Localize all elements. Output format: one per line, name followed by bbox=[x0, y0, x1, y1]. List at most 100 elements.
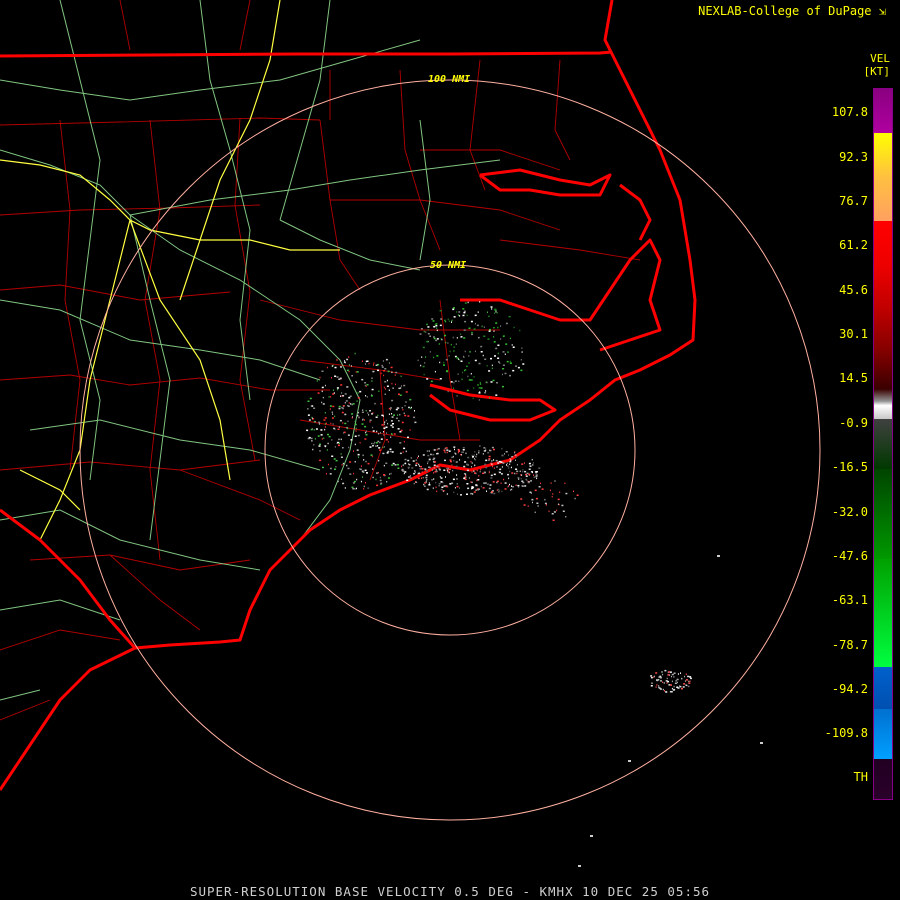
radar-echo-pixel bbox=[324, 384, 326, 387]
radar-echo-pixel bbox=[434, 370, 436, 373]
radar-echo-pixel bbox=[561, 504, 564, 507]
radar-echo-pixel bbox=[419, 465, 420, 467]
radar-echo-pixel bbox=[381, 414, 384, 417]
radar-echo-pixel bbox=[383, 423, 385, 425]
radar-echo-pixel bbox=[509, 470, 511, 473]
radar-echo-pixel bbox=[324, 423, 326, 425]
radar-echo-pixel bbox=[356, 478, 358, 481]
radar-echo-pixel bbox=[425, 476, 428, 479]
radar-echo-pixel bbox=[322, 396, 324, 399]
legend-label: 107.8 bbox=[831, 105, 868, 119]
radar-echo-pixel bbox=[460, 333, 462, 335]
radar-echo-pixel bbox=[509, 458, 512, 460]
legend-color-segment bbox=[874, 89, 892, 133]
radar-echo-pixel bbox=[409, 407, 411, 410]
radar-echo-pixel bbox=[447, 318, 449, 321]
radar-echo-pixel bbox=[393, 433, 396, 435]
radar-echo-pixel bbox=[351, 486, 354, 489]
radar-echo-pixel bbox=[342, 482, 345, 485]
legend-color-segment bbox=[874, 469, 892, 559]
radar-echo-pixel bbox=[673, 672, 676, 674]
radar-echo-pixel bbox=[473, 376, 475, 378]
radar-echo-pixel bbox=[415, 481, 417, 483]
radar-echo-pixel bbox=[676, 686, 679, 688]
radar-echo-pixel bbox=[666, 682, 668, 684]
radar-echo-pixel bbox=[381, 424, 384, 426]
radar-echo-pixel bbox=[362, 476, 364, 478]
radar-echo-pixel bbox=[522, 471, 524, 473]
radar-echo-pixel bbox=[464, 302, 467, 304]
radar-echo-pixel bbox=[508, 477, 510, 480]
radar-echo-pixel bbox=[378, 433, 380, 435]
radar-echo-pixel bbox=[508, 485, 509, 487]
radar-echo-pixel bbox=[433, 326, 436, 328]
legend-label: -32.0 bbox=[831, 505, 868, 519]
radar-echo-pixel bbox=[683, 683, 686, 685]
radar-echo-pixel bbox=[684, 680, 686, 682]
radar-echo-pixel bbox=[666, 677, 668, 680]
radar-echo-pixel bbox=[484, 391, 487, 394]
radar-echo-pixel bbox=[523, 462, 525, 464]
radar-echo-pixel bbox=[384, 388, 386, 390]
radar-echo-pixel bbox=[342, 395, 345, 397]
radar-echo-pixel bbox=[378, 459, 380, 462]
radar-echo-pixel bbox=[424, 485, 426, 487]
radar-echo-pixel bbox=[341, 478, 342, 480]
radar-echo-pixel bbox=[414, 470, 416, 472]
radar-echo-pixel bbox=[673, 688, 676, 691]
radar-echo-pixel bbox=[313, 407, 316, 409]
radar-echo-pixel bbox=[456, 474, 458, 476]
radar-echo-pixel bbox=[445, 321, 447, 323]
radar-echo-pixel bbox=[394, 374, 396, 376]
radar-echo-pixel bbox=[331, 377, 332, 379]
radar-echo-pixel bbox=[682, 686, 685, 688]
radar-echo-pixel bbox=[428, 482, 430, 484]
radar-echo-pixel bbox=[414, 471, 416, 473]
radar-echo-pixel bbox=[438, 467, 441, 469]
radar-echo-pixel bbox=[427, 333, 430, 335]
radar-echo-pixel bbox=[467, 375, 469, 378]
radar-echo-pixel bbox=[496, 312, 498, 314]
radar-echo-pixel bbox=[527, 505, 529, 507]
radar-echo-pixel bbox=[514, 472, 516, 475]
radar-echo-pixel bbox=[379, 479, 382, 482]
radar-echo-pixel bbox=[399, 394, 402, 396]
radar-echo-pixel bbox=[334, 428, 336, 431]
radar-echo-pixel bbox=[344, 360, 345, 362]
radar-echo-pixel bbox=[343, 432, 345, 434]
radar-echo-pixel bbox=[365, 430, 367, 432]
radar-echo-pixel bbox=[356, 371, 359, 373]
radar-echo-pixel bbox=[419, 468, 422, 470]
radar-echo-pixel bbox=[463, 337, 466, 339]
radar-echo-pixel bbox=[453, 387, 454, 389]
radar-echo-pixel bbox=[413, 472, 416, 475]
radar-echo-pixel bbox=[348, 364, 350, 366]
radar-echo-pixel bbox=[453, 316, 456, 318]
radar-echo-pixel bbox=[346, 358, 349, 361]
radar-echo-pixel bbox=[477, 479, 480, 481]
radar-echo-pixel bbox=[653, 676, 655, 678]
radar-echo-pixel bbox=[365, 482, 366, 484]
radar-echo-pixel bbox=[403, 447, 406, 450]
radar-echo-pixel bbox=[456, 493, 458, 495]
radar-echo-pixel bbox=[468, 327, 471, 329]
radar-echo-pixel bbox=[437, 447, 440, 450]
radar-echo-pixel bbox=[335, 466, 337, 468]
radar-echo-pixel bbox=[455, 461, 458, 463]
radar-echo-pixel bbox=[426, 340, 429, 343]
radar-echo-pixel bbox=[528, 481, 530, 483]
radar-echo-pixel bbox=[350, 403, 352, 405]
radar-echo-pixel bbox=[662, 681, 664, 683]
radar-echo-pixel bbox=[333, 392, 335, 394]
radar-echo-pixel bbox=[367, 412, 369, 414]
radar-echo-pixel bbox=[687, 675, 690, 678]
radar-echo-pixel bbox=[443, 469, 446, 471]
radar-echo-pixel bbox=[327, 433, 329, 436]
radar-echo-pixel bbox=[383, 474, 385, 476]
radar-echo-pixel bbox=[454, 487, 456, 489]
radar-echo-pixel bbox=[517, 477, 520, 479]
radar-echo-pixel bbox=[474, 322, 476, 325]
radar-echo-pixel bbox=[365, 434, 368, 436]
radar-echo-pixel bbox=[332, 389, 334, 391]
radar-map: 50 NMI 100 NMI bbox=[0, 0, 821, 867]
